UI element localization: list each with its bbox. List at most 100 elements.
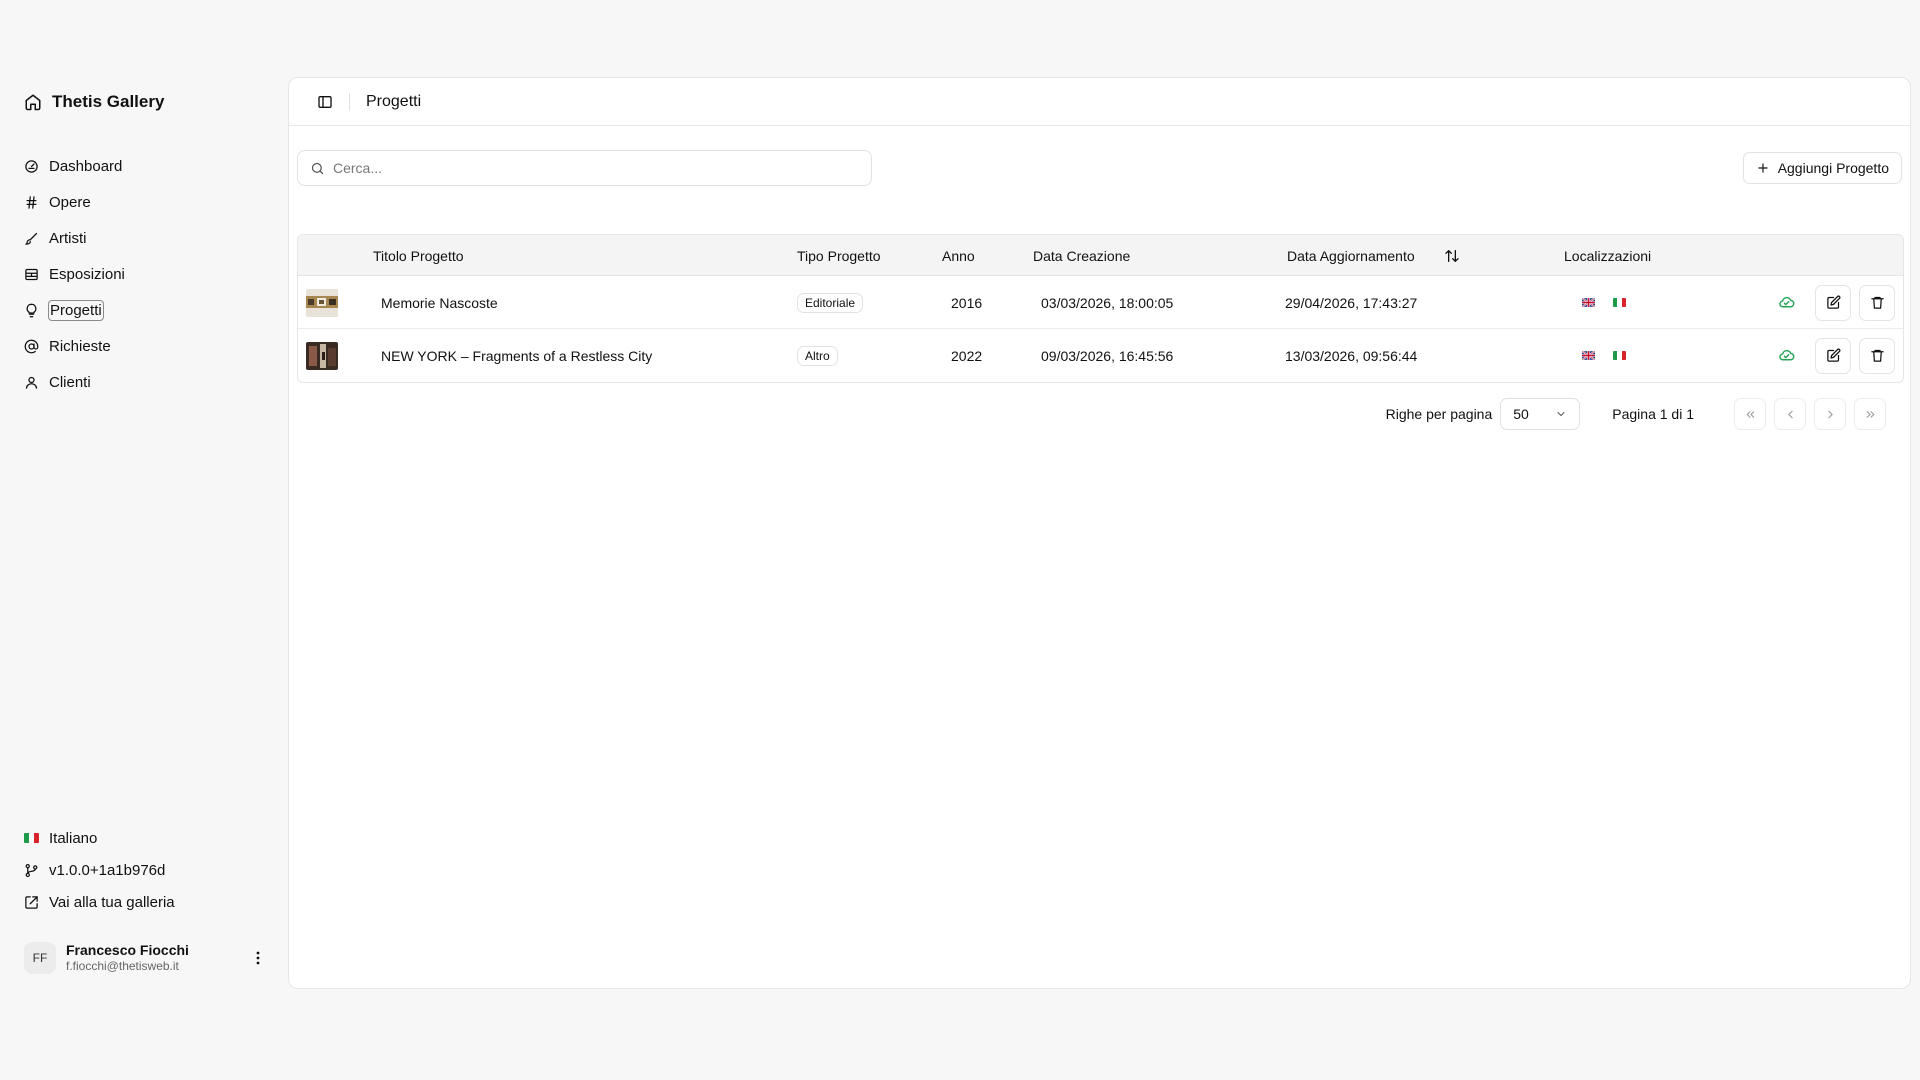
rows-per-page-label: Righe per pagina <box>1385 406 1493 422</box>
column-header-year[interactable]: Anno <box>942 235 975 276</box>
trash-icon[interactable] <box>1859 337 1895 374</box>
delete-button[interactable] <box>1859 276 1895 329</box>
sidebar-toggle-icon[interactable] <box>315 92 335 112</box>
sidebar-item-richieste[interactable]: Richieste <box>24 328 274 364</box>
main-panel: Progetti Aggiungi Progetto Titolo Proget… <box>288 77 1911 989</box>
chevrons-right-icon <box>1864 408 1877 421</box>
user-email: f.fiocchi@thetisweb.it <box>66 959 179 973</box>
avatar: FF <box>24 942 56 974</box>
published-cloud-icon <box>1778 329 1795 382</box>
sidebar-item-label: Artisti <box>49 229 87 247</box>
sidebar-nav: Dashboard Opere Artisti Esposizioni Prog… <box>24 148 274 400</box>
gallery-icon <box>24 267 39 282</box>
brush-icon <box>24 231 39 246</box>
uk-flag-icon <box>1582 329 1595 382</box>
sidebar-item-label: Richieste <box>49 337 111 355</box>
page-title: Progetti <box>366 92 422 110</box>
gallery-link-label: Vai alla tua galleria <box>49 893 175 911</box>
project-updated: 29/04/2026, 17:43:27 <box>1285 294 1418 311</box>
chevron-right-icon <box>1824 408 1837 421</box>
previous-page-button[interactable] <box>1774 398 1806 430</box>
rows-per-page-select[interactable]: 50 <box>1500 398 1581 430</box>
user-info: Francesco Fiocchi f.fiocchi@thetisweb.it <box>66 942 248 974</box>
edit-icon[interactable] <box>1815 337 1851 374</box>
language-label: Italiano <box>49 829 98 847</box>
more-vertical-icon[interactable] <box>248 946 268 970</box>
uk-flag-icon <box>1582 276 1595 329</box>
git-branch-icon <box>24 863 39 878</box>
version-info: v1.0.0+1a1b976d <box>24 854 274 886</box>
project-thumbnail-image <box>306 341 338 370</box>
sidebar-footer: Italiano v1.0.0+1a1b976d Vai alla tua ga… <box>24 822 274 918</box>
column-header-type[interactable]: Tipo Progetto <box>797 235 881 276</box>
projects-table: Titolo Progetto Tipo Progetto Anno Data … <box>297 234 1904 383</box>
add-project-button[interactable]: Aggiungi Progetto <box>1742 152 1902 184</box>
sidebar-item-dashboard[interactable]: Dashboard <box>24 148 274 184</box>
project-thumbnail <box>306 329 338 382</box>
chevrons-left-icon <box>1744 408 1757 421</box>
brand-title: Thetis Gallery <box>52 92 165 111</box>
edit-icon[interactable] <box>1815 284 1851 321</box>
plus-icon <box>1756 161 1770 175</box>
column-header-created[interactable]: Data Creazione <box>1033 235 1130 276</box>
user-name: Francesco Fiocchi <box>66 942 189 958</box>
sidebar-item-label: Esposizioni <box>49 265 125 283</box>
sidebar-item-label: Clienti <box>49 373 91 391</box>
sidebar-item-esposizioni[interactable]: Esposizioni <box>24 256 274 292</box>
table-row[interactable]: Memorie Nascoste Editoriale 2016 03/03/2… <box>298 276 1903 329</box>
project-thumbnail <box>306 276 338 329</box>
add-project-label: Aggiungi Progetto <box>1777 160 1889 176</box>
external-link-icon <box>24 895 39 910</box>
project-type: Altro <box>797 329 838 382</box>
edit-button[interactable] <box>1815 276 1851 329</box>
user-menu[interactable]: FF Francesco Fiocchi f.fiocchi@thetisweb… <box>24 938 268 978</box>
sidebar-item-label: Progetti <box>48 299 104 321</box>
edit-button[interactable] <box>1815 329 1851 382</box>
user-icon <box>24 375 39 390</box>
at-sign-icon <box>24 339 39 354</box>
search-icon <box>310 161 325 176</box>
project-title: NEW YORK – Fragments of a Restless City <box>381 347 653 364</box>
project-year: 2016 <box>951 294 983 311</box>
table-row[interactable]: NEW YORK – Fragments of a Restless City … <box>298 329 1903 382</box>
first-page-button[interactable] <box>1734 398 1766 430</box>
sidebar-item-artisti[interactable]: Artisti <box>24 220 274 256</box>
italy-flag-icon <box>24 833 39 843</box>
page-header: Progetti <box>289 78 1910 126</box>
project-updated: 13/03/2026, 09:56:44 <box>1285 347 1418 364</box>
column-header-localizations[interactable]: Localizzazioni <box>1564 235 1651 276</box>
sort-arrows-icon[interactable] <box>1444 235 1460 276</box>
search-field[interactable] <box>297 150 872 186</box>
project-year: 2022 <box>951 347 983 364</box>
next-page-button[interactable] <box>1814 398 1846 430</box>
project-title: Memorie Nascoste <box>381 294 498 311</box>
column-header-updated[interactable]: Data Aggiornamento <box>1287 235 1415 276</box>
hash-icon <box>24 195 39 210</box>
project-created: 03/03/2026, 18:00:05 <box>1041 294 1174 311</box>
project-type: Editoriale <box>797 276 864 329</box>
sidebar-item-progetti[interactable]: Progetti <box>24 292 274 328</box>
brand[interactable]: Thetis Gallery <box>24 92 164 112</box>
delete-button[interactable] <box>1859 329 1895 382</box>
page-info: Pagina 1 di 1 <box>1612 406 1694 422</box>
search-input[interactable] <box>333 160 853 176</box>
type-badge: Altro <box>797 345 838 366</box>
italy-flag-icon <box>1613 329 1626 382</box>
pagination: Righe per pagina 50 Pagina 1 di 1 <box>1386 398 1886 430</box>
published-cloud-icon <box>1778 276 1795 329</box>
type-badge: Editoriale <box>797 292 864 313</box>
sidebar-item-label: Opere <box>49 193 91 211</box>
lightbulb-icon <box>24 303 39 318</box>
sidebar-item-clienti[interactable]: Clienti <box>24 364 274 400</box>
trash-icon[interactable] <box>1859 284 1895 321</box>
gauge-icon <box>24 159 39 174</box>
chevron-down-icon <box>1555 408 1567 420</box>
table-header: Titolo Progetto Tipo Progetto Anno Data … <box>298 235 1903 276</box>
last-page-button[interactable] <box>1854 398 1886 430</box>
sidebar: Thetis Gallery Dashboard Opere Artisti E… <box>0 0 288 1080</box>
home-icon <box>24 93 42 111</box>
language-selector[interactable]: Italiano <box>24 822 274 854</box>
gallery-link[interactable]: Vai alla tua galleria <box>24 886 274 918</box>
sidebar-item-opere[interactable]: Opere <box>24 184 274 220</box>
column-header-title[interactable]: Titolo Progetto <box>373 235 464 276</box>
